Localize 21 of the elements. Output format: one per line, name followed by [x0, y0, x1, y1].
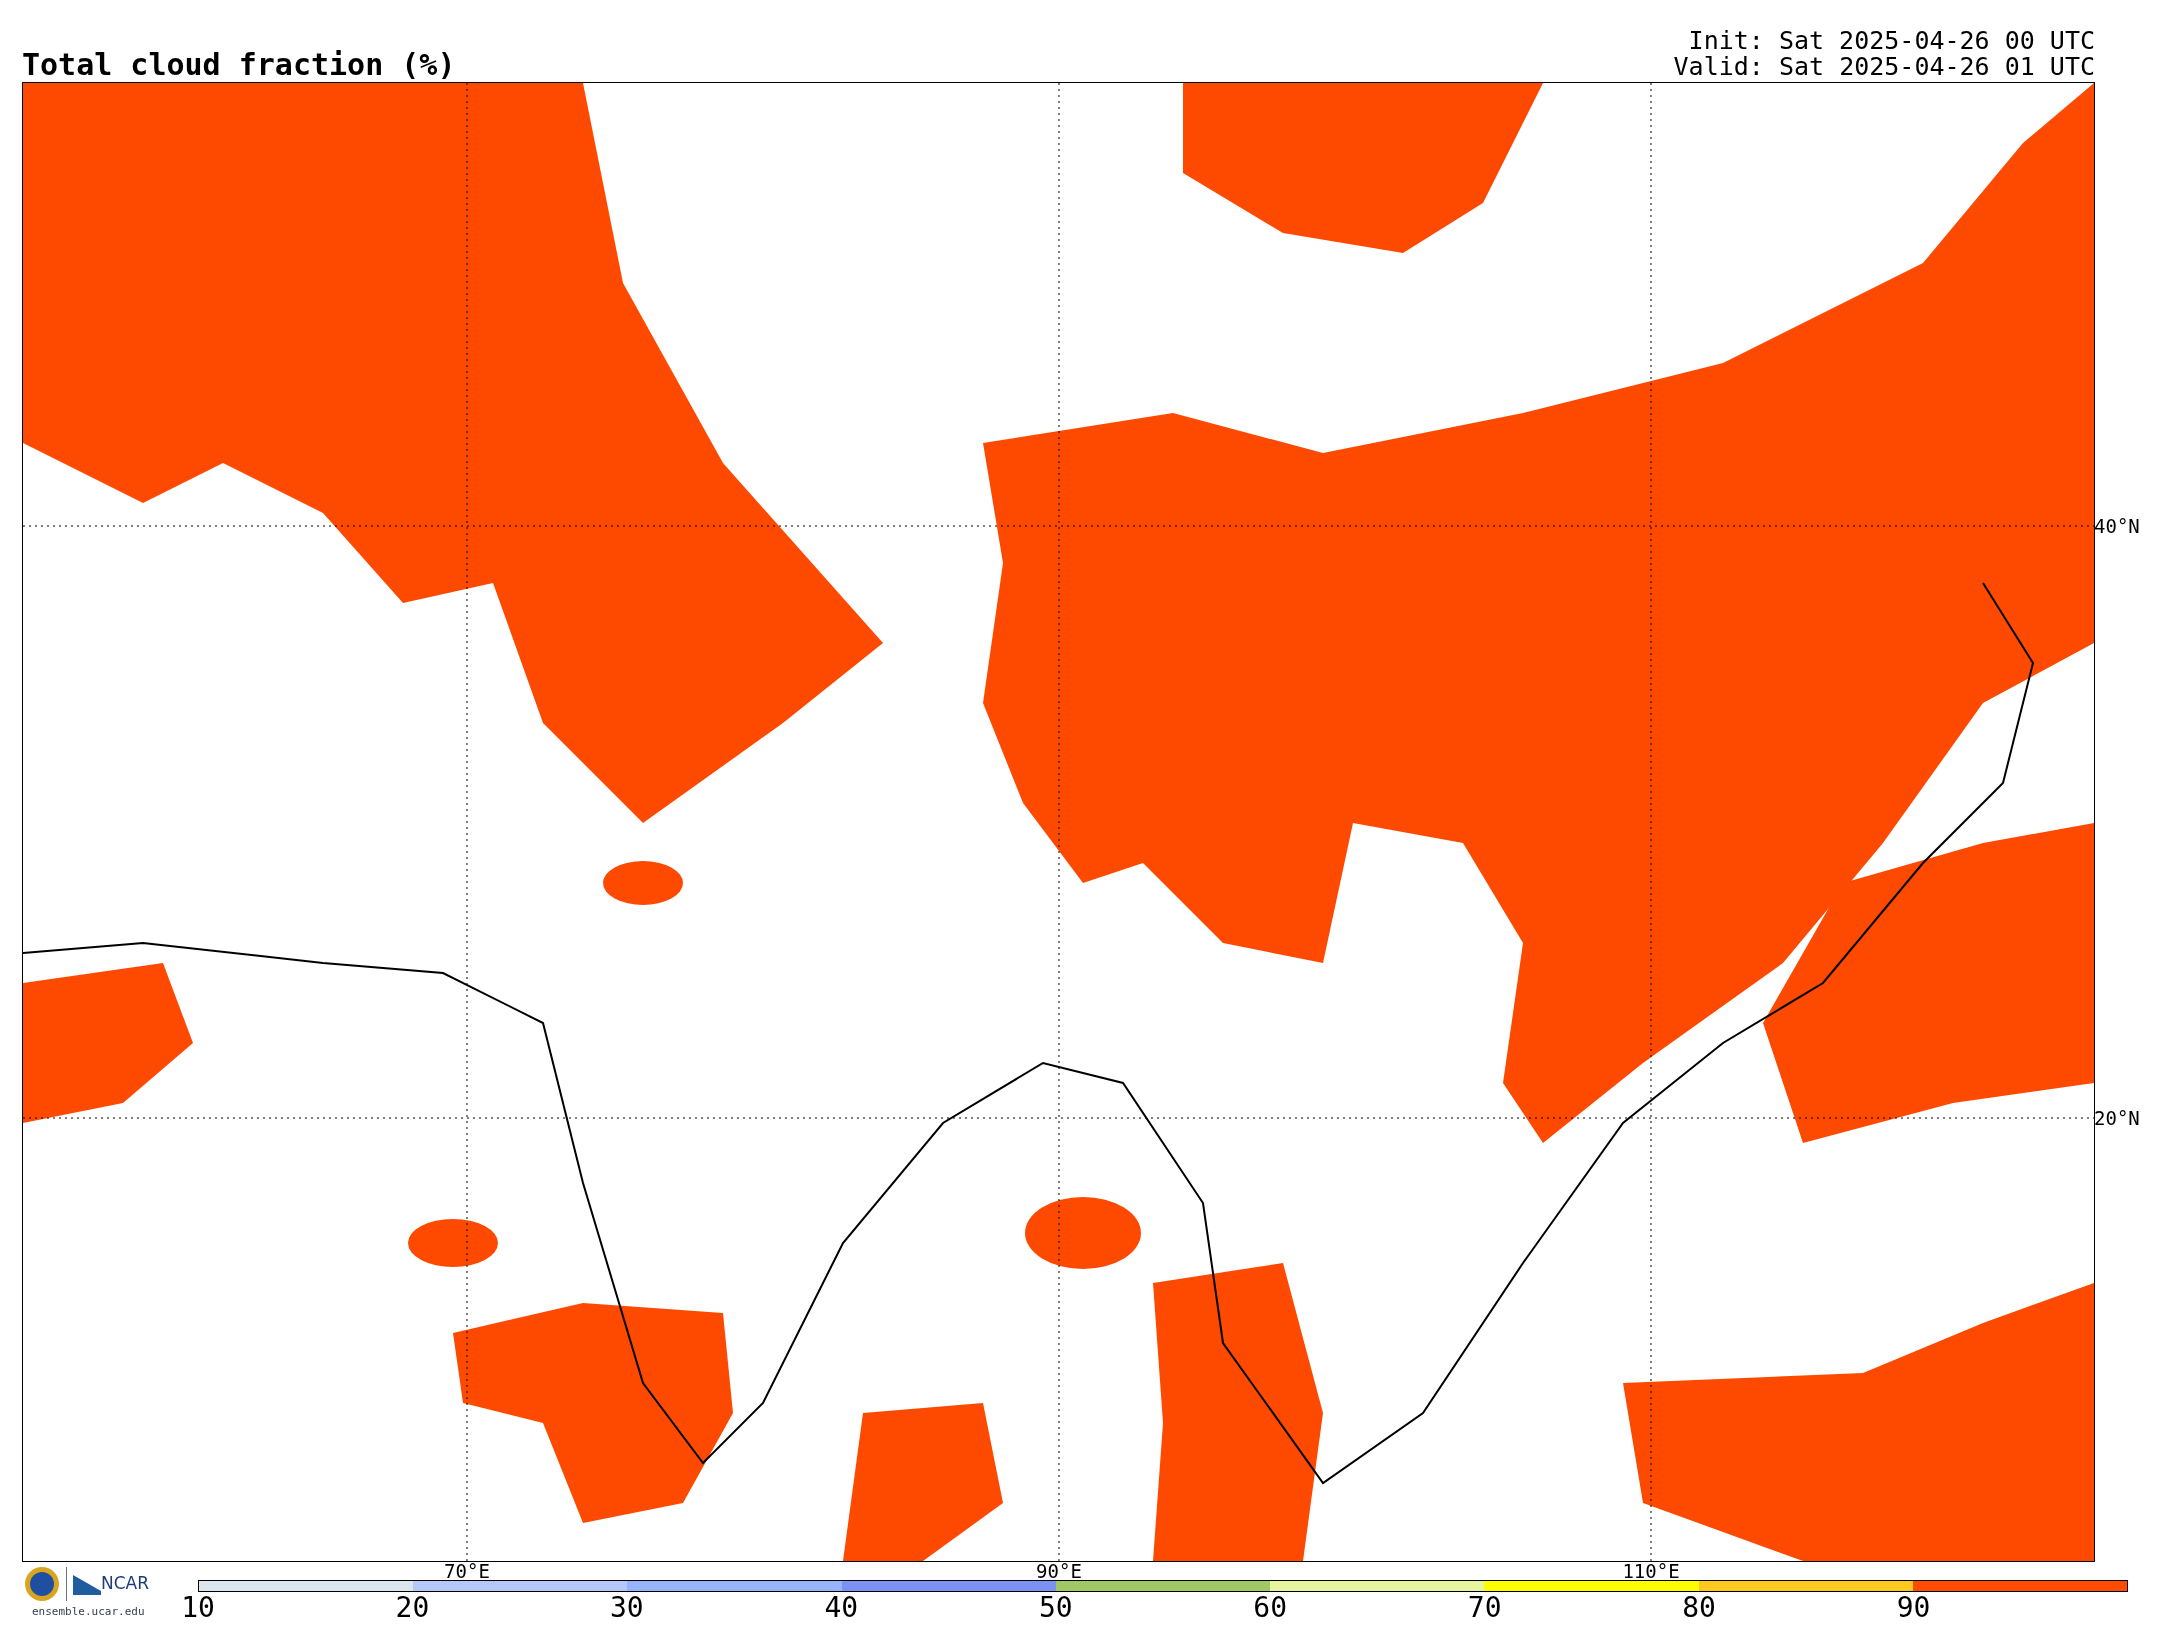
colorbar-tick-label: 30 [610, 1594, 644, 1622]
colorbar-tick-label: 10 [181, 1594, 215, 1622]
colorbar-tick-label: 80 [1682, 1594, 1716, 1622]
website-url: ensemble.ucar.edu [32, 1604, 145, 1620]
logo-text: NCAR [101, 1572, 150, 1596]
colorbar-tick-label: 60 [1253, 1594, 1288, 1622]
colorbar-tick-label: 50 [1038, 1594, 1073, 1622]
colorbar-tick-label: 20 [395, 1594, 430, 1622]
chart-title: Total cloud fraction (%) [22, 50, 456, 80]
run-time-label: Valid: Sat 2025-04-26 01 UTC [1673, 54, 2095, 80]
latitude-label: 40°N [2094, 516, 2140, 536]
colorbar-tick-label: 40 [824, 1594, 859, 1622]
colorbar-tick-label: 70 [1467, 1594, 1502, 1622]
longitude-label: 70°E [444, 1561, 490, 1581]
longitude-label: 110°E [1622, 1561, 1680, 1581]
globe-logo-icon [24, 1566, 60, 1602]
colorbar-tick-label: 90 [1896, 1594, 1931, 1622]
mountain-logo-icon [73, 1573, 101, 1595]
latitude-label: 20°N [2094, 1108, 2140, 1128]
run-time-label: Init: Sat 2025-04-26 00 UTC [1688, 28, 2095, 54]
longitude-label: 90°E [1036, 1561, 1082, 1581]
